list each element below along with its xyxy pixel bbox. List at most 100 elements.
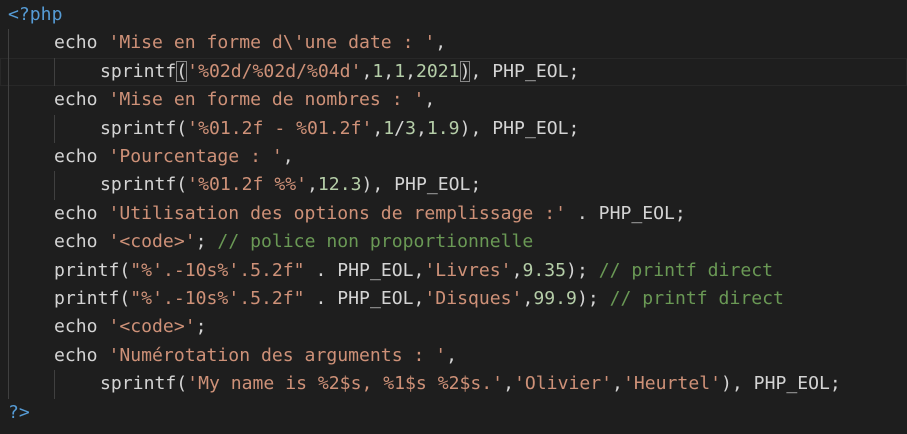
code-line[interactable]: echo '<code>'; — [0, 313, 907, 342]
code-token-num: 1 — [394, 60, 406, 82]
code-token-plain: / — [394, 117, 406, 139]
code-token-plain: ), PHP_EOL; — [361, 174, 482, 196]
code-token-str: 'My name is %2$s, %1$s %2$s.' — [187, 373, 504, 395]
indent-guide — [8, 199, 9, 229]
indent-guide — [8, 143, 9, 172]
code-token-str: '<code>' — [108, 316, 196, 338]
code-token-plain: , — [405, 60, 416, 82]
code-token-plain: , — [424, 89, 436, 111]
code-token-num: 2021 — [416, 60, 460, 82]
code-line[interactable]: ?> — [0, 399, 907, 427]
code-token-kw: echo — [54, 202, 109, 224]
indent-guide — [8, 256, 9, 285]
code-token-num: 12.3 — [317, 174, 362, 196]
code-token-plain: ; — [195, 316, 207, 338]
code-token-plain: , — [446, 344, 458, 366]
code-text: echo '<code>'; — [54, 313, 207, 341]
code-token-plain: ), PHP_EOL; — [459, 117, 580, 139]
code-token-kw: echo — [54, 146, 109, 167]
code-token-str: 'Olivier' — [514, 373, 613, 395]
indent-guide — [8, 86, 9, 115]
code-token-str: 'Heurtel' — [622, 373, 721, 395]
code-token-kw: printf — [54, 259, 120, 281]
indent-guide — [8, 228, 9, 257]
code-token-str: 'Disques' — [424, 288, 523, 309]
code-line[interactable]: sprintf('My name is %2$s, %1$s %2$s.','O… — [0, 370, 907, 399]
code-token-num: 1 — [383, 117, 395, 139]
code-token-str: '<code>' — [108, 231, 196, 253]
code-line[interactable]: printf("%'.-10s%'.5.2f" . PHP_EOL,'Disqu… — [0, 285, 907, 314]
code-token-num: 1 — [372, 60, 384, 82]
code-token-kw: sprintf — [100, 174, 177, 196]
code-token-plain: ); — [566, 259, 599, 281]
code-token-kw: sprintf — [100, 60, 177, 82]
indent-guide — [54, 171, 55, 200]
code-line[interactable]: printf("%'.-10s%'.5.2f" . PHP_EOL,'Livre… — [0, 256, 907, 285]
code-token-str: 'Mise en forme de nombres : ' — [108, 89, 425, 111]
code-text: echo '<code>'; // police non proportionn… — [54, 228, 533, 256]
code-line[interactable]: sprintf('%01.2f - %01.2f',1/3,1.9), PHP_… — [0, 114, 907, 143]
code-token-plain: , — [435, 32, 447, 54]
code-token-plain: , — [383, 60, 395, 82]
indent-guide — [8, 29, 9, 58]
code-text: sprintf('%01.2f %%',12.3), PHP_EOL; — [100, 171, 481, 199]
code-text: echo 'Numérotation des arguments : ', — [54, 342, 457, 370]
indent-guide — [8, 370, 9, 399]
code-token-str: "%'.-10s%'.5.2f" — [130, 259, 305, 281]
code-token-kw: printf — [54, 288, 120, 309]
code-line[interactable]: echo 'Utilisation des options de remplis… — [0, 199, 907, 229]
code-token-num: 9.35 — [522, 259, 567, 281]
code-token-kw: sprintf — [100, 117, 177, 139]
code-token-num: 3 — [405, 117, 416, 139]
code-line[interactable]: sprintf('%01.2f %%',12.3), PHP_EOL; — [0, 171, 907, 200]
code-token-kw: echo — [54, 32, 109, 54]
code-line[interactable]: echo 'Mise en forme d\'une date : ', — [0, 29, 907, 58]
code-token-plain: , — [612, 373, 623, 395]
code-token-plain: ( — [176, 373, 188, 395]
code-line[interactable]: <?php — [0, 1, 907, 29]
code-text: sprintf('My name is %2$s, %1$s %2$s.','O… — [100, 370, 841, 398]
code-token-str: '%02d/%02d/%04d' — [187, 60, 362, 82]
code-token-plain: . PHP_EOL, — [304, 259, 425, 281]
indent-guide — [8, 114, 9, 143]
code-token-plain: . PHP_EOL, — [304, 288, 425, 309]
code-text: ?> — [8, 399, 30, 427]
code-line[interactable]: echo 'Numérotation des arguments : ', — [0, 341, 907, 371]
code-token-plain: ( — [176, 117, 188, 139]
code-text: printf("%'.-10s%'.5.2f" . PHP_EOL,'Disqu… — [54, 285, 784, 313]
code-token-plain: , — [511, 259, 523, 281]
code-token-plain: ); — [576, 288, 610, 309]
code-token-tag: ?> — [8, 401, 30, 423]
code-line[interactable]: echo 'Pourcentage : ', — [0, 143, 907, 172]
code-line[interactable]: sprintf('%02d/%02d/%04d',1,1,2021), PHP_… — [0, 57, 907, 87]
code-line[interactable]: echo 'Mise en forme de nombres : ', — [0, 86, 907, 115]
code-token-cmt: // printf direct — [598, 259, 774, 281]
code-line[interactable]: echo '<code>'; // police non proportionn… — [0, 228, 907, 257]
code-token-plain: , — [415, 117, 427, 139]
indent-guide — [8, 285, 9, 314]
indent-guide — [54, 57, 55, 87]
indent-guide — [54, 370, 55, 399]
code-text: echo 'Utilisation des options de remplis… — [54, 200, 686, 228]
code-token-str: "%'.-10s%'.5.2f" — [130, 288, 305, 309]
code-token-kw: echo — [54, 316, 109, 338]
code-token-str: 'Pourcentage : ' — [108, 146, 283, 167]
code-token-str: '%01.2f %%' — [187, 174, 307, 196]
code-text: <?php — [8, 1, 62, 29]
code-token-cmt: // police non proportionnelle — [217, 231, 534, 253]
code-token-plain: , PHP_EOL; — [470, 60, 580, 82]
code-token-str: 'Mise en forme d\'une date : ' — [108, 32, 436, 54]
code-token-plain: , — [307, 174, 318, 196]
code-editor[interactable]: <?php echo 'Mise en forme d\'une date : '… — [0, 0, 907, 434]
code-token-plain: ) — [459, 60, 471, 82]
code-token-plain: , — [522, 288, 534, 309]
code-token-num: 99.9 — [533, 288, 577, 309]
code-token-kw: echo — [54, 89, 109, 111]
code-text: echo 'Mise en forme d\'une date : ', — [54, 29, 446, 57]
indent-guide — [8, 341, 9, 371]
code-token-plain: ( — [119, 288, 131, 309]
code-token-plain: , — [282, 146, 294, 167]
code-token-plain: ( — [176, 60, 188, 82]
indent-guide — [8, 313, 9, 342]
indent-guide — [8, 57, 9, 87]
